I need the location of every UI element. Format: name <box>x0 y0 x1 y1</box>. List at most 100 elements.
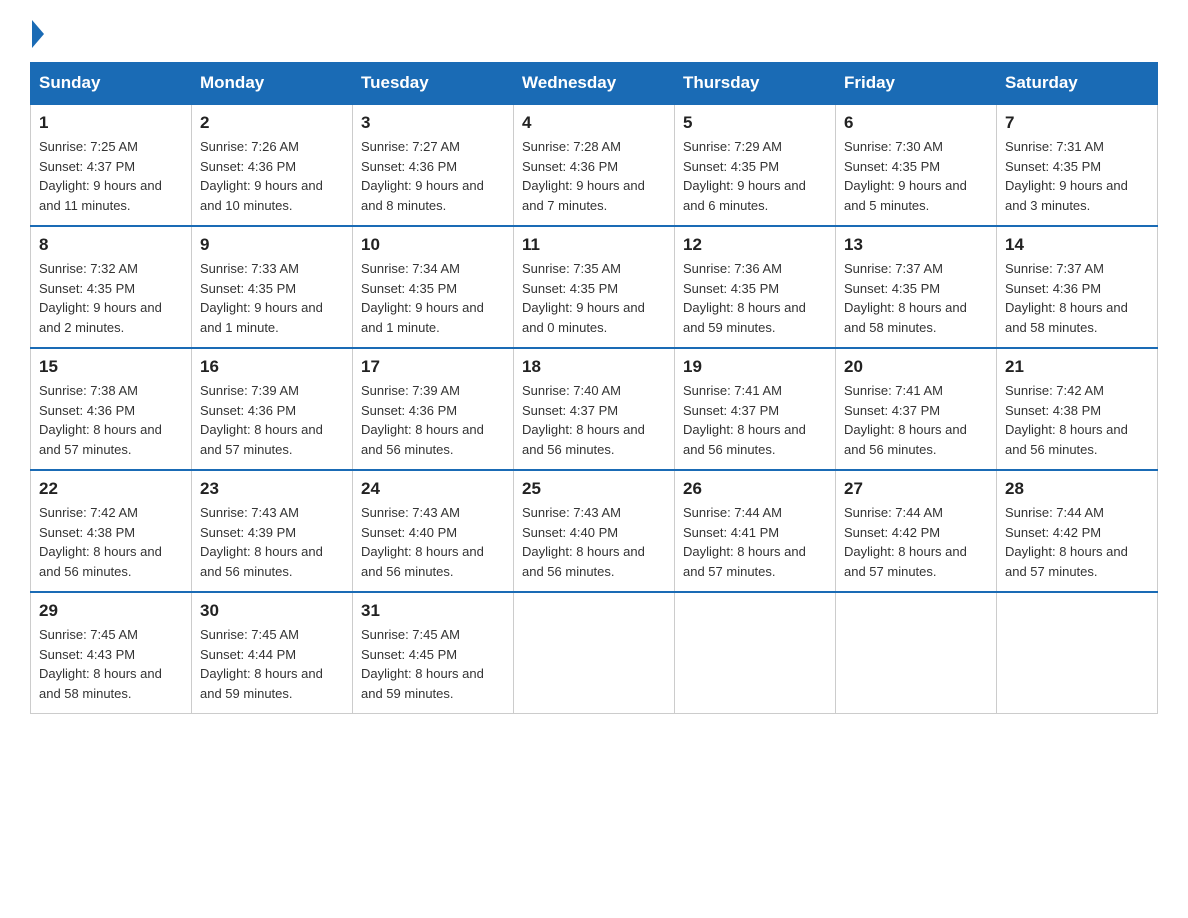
day-number: 24 <box>361 479 505 499</box>
day-info: Sunrise: 7:43 AMSunset: 4:40 PMDaylight:… <box>361 505 484 579</box>
day-number: 21 <box>1005 357 1149 377</box>
day-number: 2 <box>200 113 344 133</box>
calendar-cell: 31 Sunrise: 7:45 AMSunset: 4:45 PMDaylig… <box>353 592 514 714</box>
calendar-cell: 10 Sunrise: 7:34 AMSunset: 4:35 PMDaylig… <box>353 226 514 348</box>
day-info: Sunrise: 7:41 AMSunset: 4:37 PMDaylight:… <box>844 383 967 457</box>
calendar-cell: 23 Sunrise: 7:43 AMSunset: 4:39 PMDaylig… <box>192 470 353 592</box>
day-number: 14 <box>1005 235 1149 255</box>
calendar-cell: 19 Sunrise: 7:41 AMSunset: 4:37 PMDaylig… <box>675 348 836 470</box>
calendar-header-wednesday: Wednesday <box>514 63 675 105</box>
day-info: Sunrise: 7:35 AMSunset: 4:35 PMDaylight:… <box>522 261 645 335</box>
day-info: Sunrise: 7:29 AMSunset: 4:35 PMDaylight:… <box>683 139 806 213</box>
calendar-header-tuesday: Tuesday <box>353 63 514 105</box>
calendar-header-row: SundayMondayTuesdayWednesdayThursdayFrid… <box>31 63 1158 105</box>
day-info: Sunrise: 7:39 AMSunset: 4:36 PMDaylight:… <box>361 383 484 457</box>
day-number: 9 <box>200 235 344 255</box>
calendar-cell: 24 Sunrise: 7:43 AMSunset: 4:40 PMDaylig… <box>353 470 514 592</box>
day-number: 31 <box>361 601 505 621</box>
day-info: Sunrise: 7:43 AMSunset: 4:39 PMDaylight:… <box>200 505 323 579</box>
day-info: Sunrise: 7:33 AMSunset: 4:35 PMDaylight:… <box>200 261 323 335</box>
calendar-header-sunday: Sunday <box>31 63 192 105</box>
calendar-cell: 13 Sunrise: 7:37 AMSunset: 4:35 PMDaylig… <box>836 226 997 348</box>
calendar-cell: 18 Sunrise: 7:40 AMSunset: 4:37 PMDaylig… <box>514 348 675 470</box>
logo-general <box>30 20 44 48</box>
logo <box>30 20 44 42</box>
day-number: 5 <box>683 113 827 133</box>
day-number: 29 <box>39 601 183 621</box>
calendar-cell: 8 Sunrise: 7:32 AMSunset: 4:35 PMDayligh… <box>31 226 192 348</box>
calendar-cell: 6 Sunrise: 7:30 AMSunset: 4:35 PMDayligh… <box>836 104 997 226</box>
day-number: 23 <box>200 479 344 499</box>
calendar-cell: 17 Sunrise: 7:39 AMSunset: 4:36 PMDaylig… <box>353 348 514 470</box>
calendar-cell: 27 Sunrise: 7:44 AMSunset: 4:42 PMDaylig… <box>836 470 997 592</box>
day-number: 6 <box>844 113 988 133</box>
calendar-cell: 22 Sunrise: 7:42 AMSunset: 4:38 PMDaylig… <box>31 470 192 592</box>
calendar-cell: 5 Sunrise: 7:29 AMSunset: 4:35 PMDayligh… <box>675 104 836 226</box>
logo-arrow-icon <box>32 20 44 48</box>
day-info: Sunrise: 7:37 AMSunset: 4:36 PMDaylight:… <box>1005 261 1128 335</box>
day-info: Sunrise: 7:41 AMSunset: 4:37 PMDaylight:… <box>683 383 806 457</box>
calendar-cell: 12 Sunrise: 7:36 AMSunset: 4:35 PMDaylig… <box>675 226 836 348</box>
day-number: 4 <box>522 113 666 133</box>
calendar-week-row: 8 Sunrise: 7:32 AMSunset: 4:35 PMDayligh… <box>31 226 1158 348</box>
day-number: 26 <box>683 479 827 499</box>
calendar-week-row: 29 Sunrise: 7:45 AMSunset: 4:43 PMDaylig… <box>31 592 1158 714</box>
day-number: 12 <box>683 235 827 255</box>
day-number: 30 <box>200 601 344 621</box>
day-number: 16 <box>200 357 344 377</box>
calendar-cell: 1 Sunrise: 7:25 AMSunset: 4:37 PMDayligh… <box>31 104 192 226</box>
day-info: Sunrise: 7:44 AMSunset: 4:41 PMDaylight:… <box>683 505 806 579</box>
day-number: 19 <box>683 357 827 377</box>
day-number: 17 <box>361 357 505 377</box>
day-info: Sunrise: 7:26 AMSunset: 4:36 PMDaylight:… <box>200 139 323 213</box>
day-number: 27 <box>844 479 988 499</box>
calendar-header-thursday: Thursday <box>675 63 836 105</box>
day-number: 7 <box>1005 113 1149 133</box>
day-number: 20 <box>844 357 988 377</box>
calendar-cell: 14 Sunrise: 7:37 AMSunset: 4:36 PMDaylig… <box>997 226 1158 348</box>
day-number: 8 <box>39 235 183 255</box>
calendar-cell: 9 Sunrise: 7:33 AMSunset: 4:35 PMDayligh… <box>192 226 353 348</box>
day-info: Sunrise: 7:40 AMSunset: 4:37 PMDaylight:… <box>522 383 645 457</box>
day-info: Sunrise: 7:43 AMSunset: 4:40 PMDaylight:… <box>522 505 645 579</box>
day-info: Sunrise: 7:42 AMSunset: 4:38 PMDaylight:… <box>1005 383 1128 457</box>
calendar-table: SundayMondayTuesdayWednesdayThursdayFrid… <box>30 62 1158 714</box>
day-number: 13 <box>844 235 988 255</box>
calendar-cell: 7 Sunrise: 7:31 AMSunset: 4:35 PMDayligh… <box>997 104 1158 226</box>
calendar-cell: 26 Sunrise: 7:44 AMSunset: 4:41 PMDaylig… <box>675 470 836 592</box>
day-info: Sunrise: 7:34 AMSunset: 4:35 PMDaylight:… <box>361 261 484 335</box>
calendar-cell: 3 Sunrise: 7:27 AMSunset: 4:36 PMDayligh… <box>353 104 514 226</box>
calendar-cell: 11 Sunrise: 7:35 AMSunset: 4:35 PMDaylig… <box>514 226 675 348</box>
day-info: Sunrise: 7:31 AMSunset: 4:35 PMDaylight:… <box>1005 139 1128 213</box>
day-info: Sunrise: 7:42 AMSunset: 4:38 PMDaylight:… <box>39 505 162 579</box>
page-header <box>30 20 1158 42</box>
calendar-cell: 29 Sunrise: 7:45 AMSunset: 4:43 PMDaylig… <box>31 592 192 714</box>
calendar-cell: 25 Sunrise: 7:43 AMSunset: 4:40 PMDaylig… <box>514 470 675 592</box>
calendar-week-row: 15 Sunrise: 7:38 AMSunset: 4:36 PMDaylig… <box>31 348 1158 470</box>
calendar-cell: 16 Sunrise: 7:39 AMSunset: 4:36 PMDaylig… <box>192 348 353 470</box>
day-info: Sunrise: 7:45 AMSunset: 4:44 PMDaylight:… <box>200 627 323 701</box>
calendar-cell: 21 Sunrise: 7:42 AMSunset: 4:38 PMDaylig… <box>997 348 1158 470</box>
day-info: Sunrise: 7:27 AMSunset: 4:36 PMDaylight:… <box>361 139 484 213</box>
calendar-cell: 20 Sunrise: 7:41 AMSunset: 4:37 PMDaylig… <box>836 348 997 470</box>
day-info: Sunrise: 7:28 AMSunset: 4:36 PMDaylight:… <box>522 139 645 213</box>
day-number: 11 <box>522 235 666 255</box>
day-info: Sunrise: 7:38 AMSunset: 4:36 PMDaylight:… <box>39 383 162 457</box>
calendar-week-row: 22 Sunrise: 7:42 AMSunset: 4:38 PMDaylig… <box>31 470 1158 592</box>
day-info: Sunrise: 7:37 AMSunset: 4:35 PMDaylight:… <box>844 261 967 335</box>
calendar-cell <box>836 592 997 714</box>
day-info: Sunrise: 7:45 AMSunset: 4:45 PMDaylight:… <box>361 627 484 701</box>
calendar-cell <box>514 592 675 714</box>
calendar-cell: 15 Sunrise: 7:38 AMSunset: 4:36 PMDaylig… <box>31 348 192 470</box>
day-info: Sunrise: 7:45 AMSunset: 4:43 PMDaylight:… <box>39 627 162 701</box>
calendar-header-saturday: Saturday <box>997 63 1158 105</box>
day-number: 22 <box>39 479 183 499</box>
calendar-cell: 28 Sunrise: 7:44 AMSunset: 4:42 PMDaylig… <box>997 470 1158 592</box>
calendar-header-friday: Friday <box>836 63 997 105</box>
day-number: 15 <box>39 357 183 377</box>
day-number: 3 <box>361 113 505 133</box>
day-number: 25 <box>522 479 666 499</box>
day-number: 28 <box>1005 479 1149 499</box>
day-info: Sunrise: 7:44 AMSunset: 4:42 PMDaylight:… <box>1005 505 1128 579</box>
day-number: 10 <box>361 235 505 255</box>
